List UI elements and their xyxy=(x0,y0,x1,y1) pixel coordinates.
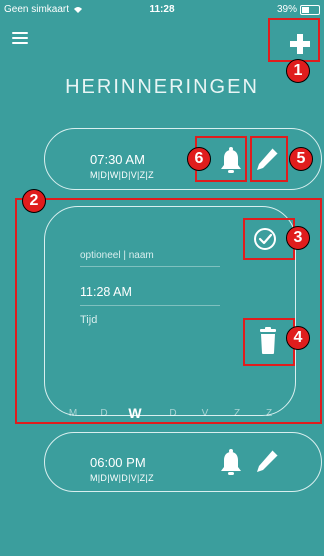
annotation-box-pencil xyxy=(250,136,288,182)
pencil-icon[interactable] xyxy=(253,446,281,476)
reminder-time: 07:30 AM xyxy=(90,152,145,167)
page-title: HERINNERINGEN xyxy=(65,76,259,98)
annotation-badge: 1 xyxy=(286,59,310,83)
annotation-badge: 3 xyxy=(286,226,310,250)
reminder-days: M|D|W|D|V|Z|Z xyxy=(90,170,154,180)
battery-icon xyxy=(300,4,320,15)
bell-icon[interactable] xyxy=(217,448,245,478)
status-bar-right: 39% xyxy=(277,4,320,15)
battery-percent: 39% xyxy=(276,4,297,15)
hamburger-menu-icon[interactable] xyxy=(12,32,28,44)
annotation-badge: 6 xyxy=(187,147,211,171)
status-bar: Geen simkaart 11:28 39% xyxy=(0,0,324,20)
annotation-box-add xyxy=(268,18,320,62)
status-time: 11:28 xyxy=(149,4,175,15)
reminder-days: M|D|W|D|V|Z|Z xyxy=(90,473,154,483)
reminder-time: 06:00 PM xyxy=(90,455,146,470)
annotation-badge: 5 xyxy=(289,147,313,171)
annotation-badge: 2 xyxy=(22,189,46,213)
annotation-badge: 4 xyxy=(286,326,310,350)
